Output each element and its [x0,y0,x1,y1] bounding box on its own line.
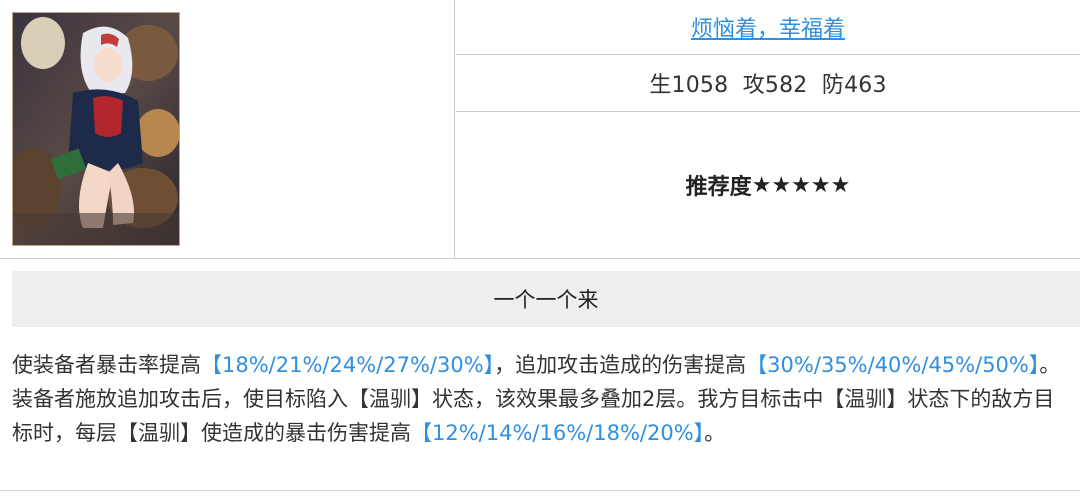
desc-segment: 。 [704,421,726,445]
skill-name: 一个一个来 [493,288,599,312]
desc-highlight: 【30%/35%/40%/45%/50%】 [746,353,1040,377]
recommend-label: 推荐度 [685,175,752,200]
desc-segment: 使装备者暴击率提高 [12,353,201,377]
bottom-divider [0,490,1080,491]
skill-description: 使装备者暴击率提高【18%/21%/24%/27%/30%】，追加攻击造成的伤害… [12,348,1074,450]
lightcone-stats: 生1058 攻582 防463 [649,73,887,98]
lightcone-info-table: 烦恼着，幸福着 生1058 攻582 防463 推荐度 ★★★★★ [0,0,1080,259]
skill-name-bar: 一个一个来 [12,271,1080,327]
desc-highlight: 【12%/14%/16%/18%/20%】 [411,421,705,445]
lightcone-title-row: 烦恼着，幸福着 [456,0,1080,55]
lightcone-card-art [12,12,180,246]
lightcone-stats-row: 生1058 攻582 防463 [456,55,1080,112]
lightcone-title-link[interactable]: 烦恼着，幸福着 [691,11,845,43]
desc-highlight: 【18%/21%/24%/27%/30%】 [201,353,495,377]
character-illustration [13,13,179,245]
recommend-stars: ★★★★★ [751,172,851,198]
card-image-cell [0,0,455,258]
recommendation-row: 推荐度 ★★★★★ [456,112,1080,258]
desc-segment: ，追加攻击造成的伤害提高 [494,353,747,377]
